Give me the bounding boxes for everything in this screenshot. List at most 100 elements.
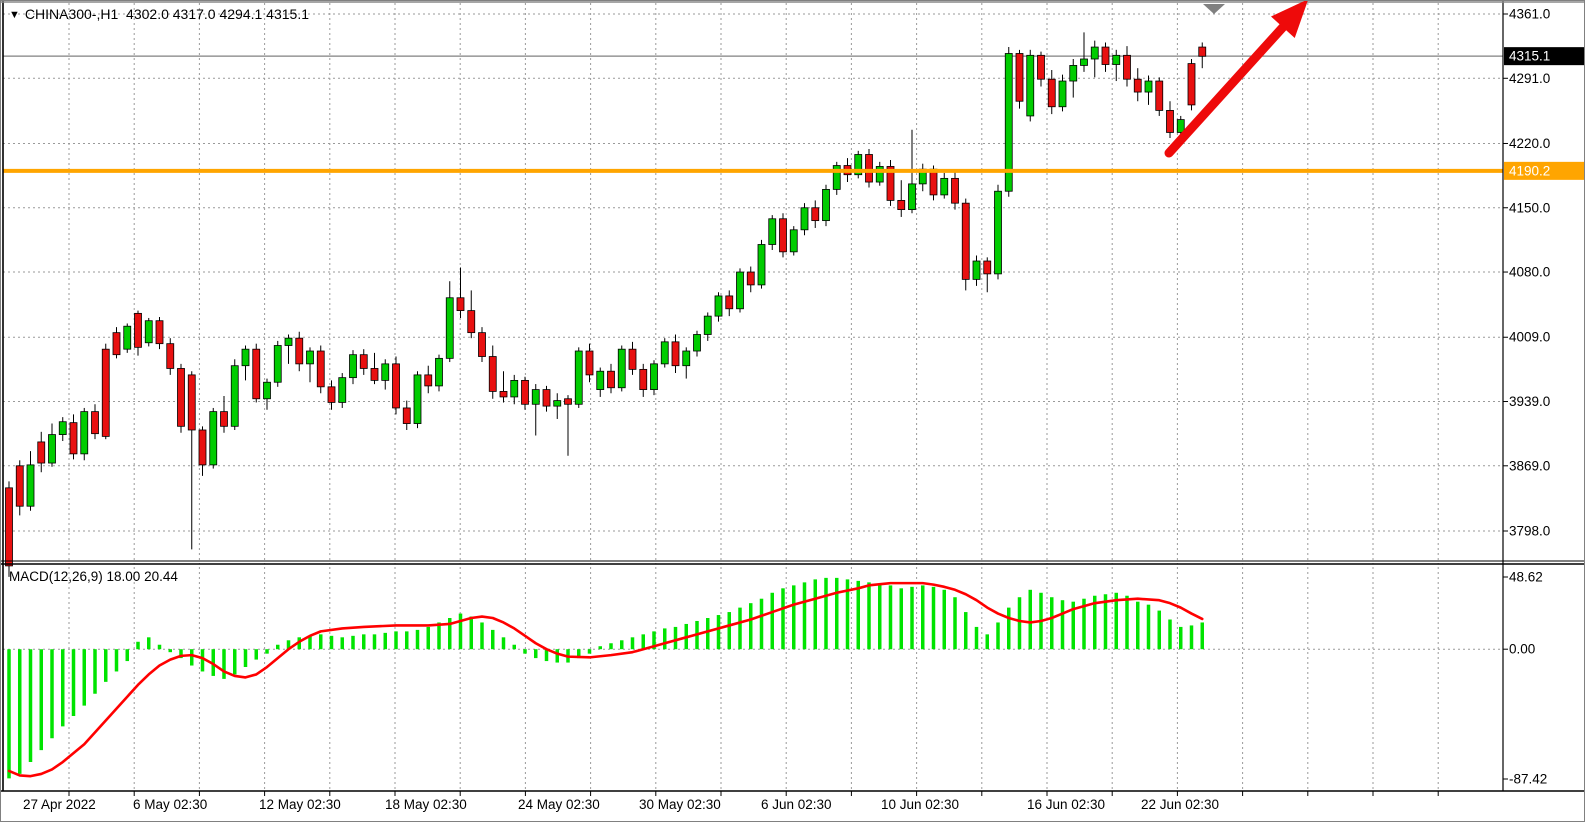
- bear-candle: [1188, 64, 1195, 105]
- bear-candle: [930, 169, 937, 195]
- bull-candle: [532, 390, 539, 405]
- bull-candle: [1177, 120, 1184, 133]
- bear-candle: [1156, 81, 1163, 110]
- svg-text:16 Jun 02:30: 16 Jun 02:30: [1027, 797, 1105, 812]
- bull-candle: [661, 342, 668, 364]
- svg-text:3869.0: 3869.0: [1509, 458, 1550, 473]
- bull-candle: [414, 375, 421, 424]
- bull-candle: [264, 382, 271, 399]
- bear-candle: [543, 390, 550, 407]
- bear-candle: [984, 261, 991, 274]
- bull-candle: [446, 298, 453, 359]
- chart-canvas[interactable]: 4361.04291.04220.04150.04080.04009.03939…: [1, 1, 1585, 822]
- svg-text:6 Jun 02:30: 6 Jun 02:30: [761, 797, 832, 812]
- bull-candle: [715, 296, 722, 316]
- bull-candle: [436, 358, 443, 386]
- svg-text:4150.0: 4150.0: [1509, 200, 1550, 215]
- bear-candle: [328, 387, 335, 403]
- bull-candle: [758, 244, 765, 284]
- bear-candle: [1199, 47, 1206, 56]
- bear-candle: [1167, 110, 1174, 132]
- svg-text:6 May 02:30: 6 May 02:30: [133, 797, 207, 812]
- bull-candle: [769, 219, 776, 245]
- bear-candle: [1134, 79, 1141, 92]
- bull-candle: [995, 191, 1002, 274]
- bear-candle: [167, 344, 174, 369]
- bear-candle: [221, 412, 228, 427]
- bear-candle: [866, 154, 873, 182]
- bear-candle: [199, 430, 206, 465]
- bull-candle: [876, 166, 883, 182]
- bull-candle: [285, 338, 292, 345]
- bull-candle: [1145, 81, 1152, 92]
- bull-candle: [1113, 55, 1120, 64]
- svg-text:4315.1: 4315.1: [1509, 49, 1550, 64]
- bull-candle: [242, 349, 249, 366]
- trading-chart-window: 4361.04291.04220.04150.04080.04009.03939…: [0, 0, 1585, 822]
- bear-candle: [780, 219, 787, 252]
- bull-candle: [704, 316, 711, 334]
- svg-text:10 Jun 02:30: 10 Jun 02:30: [881, 797, 959, 812]
- bear-candle: [102, 349, 109, 436]
- svg-text:18 May 02:30: 18 May 02:30: [385, 797, 467, 812]
- svg-text:4080.0: 4080.0: [1509, 265, 1550, 280]
- bull-candle: [1070, 65, 1077, 81]
- svg-text:3939.0: 3939.0: [1509, 394, 1550, 409]
- bull-candle: [1027, 55, 1034, 116]
- svg-text:4361.0: 4361.0: [1509, 7, 1550, 22]
- svg-text:22 Jun 02:30: 22 Jun 02:30: [1141, 797, 1219, 812]
- bull-candle: [274, 346, 281, 383]
- bull-candle: [801, 208, 808, 230]
- svg-text:0.00: 0.00: [1509, 642, 1535, 657]
- svg-text:4291.0: 4291.0: [1509, 71, 1550, 86]
- bull-candle: [27, 465, 34, 506]
- bear-candle: [457, 298, 464, 311]
- svg-text:27 Apr 2022: 27 Apr 2022: [23, 797, 96, 812]
- bear-candle: [812, 208, 819, 221]
- svg-text:3798.0: 3798.0: [1509, 524, 1550, 539]
- bull-candle: [823, 189, 830, 220]
- bear-candle: [113, 333, 120, 355]
- bull-candle: [382, 364, 389, 381]
- bull-candle: [941, 178, 948, 195]
- bull-candle: [307, 351, 314, 364]
- bear-candle: [565, 399, 572, 405]
- svg-text:12 May 02:30: 12 May 02:30: [259, 797, 341, 812]
- bear-candle: [1016, 53, 1023, 101]
- bull-candle: [124, 326, 131, 349]
- bear-candle: [38, 442, 45, 463]
- svg-text:4220.0: 4220.0: [1509, 136, 1550, 151]
- bear-candle: [489, 357, 496, 392]
- bear-candle: [898, 200, 905, 209]
- bear-candle: [468, 311, 475, 333]
- bear-candle: [586, 351, 593, 375]
- bear-candle: [16, 466, 23, 506]
- bear-candle: [479, 333, 486, 357]
- svg-text:24 May 02:30: 24 May 02:30: [518, 797, 600, 812]
- bear-candle: [6, 488, 13, 566]
- bear-candle: [425, 375, 432, 386]
- bear-candle: [360, 355, 367, 369]
- bear-candle: [403, 408, 410, 424]
- bull-candle: [790, 230, 797, 252]
- bear-candle: [393, 364, 400, 408]
- bear-candle: [1048, 79, 1055, 107]
- bear-candle: [629, 349, 636, 369]
- bear-candle: [522, 380, 529, 404]
- bear-candle: [672, 342, 679, 366]
- bear-candle: [296, 338, 303, 364]
- svg-text:48.62: 48.62: [1509, 570, 1543, 585]
- bear-candle: [371, 368, 378, 380]
- bull-candle: [683, 351, 690, 366]
- bear-candle: [500, 391, 507, 397]
- svg-text:4190.2: 4190.2: [1509, 163, 1550, 178]
- bull-candle: [231, 366, 238, 427]
- bear-candle: [952, 178, 959, 203]
- current-price-badge: 4315.1: [1504, 47, 1585, 65]
- bear-candle: [188, 375, 195, 430]
- bull-candle: [49, 435, 56, 463]
- bull-candle: [651, 364, 658, 390]
- bull-candle: [973, 261, 980, 279]
- svg-text:-87.42: -87.42: [1509, 772, 1547, 787]
- bull-candle: [81, 412, 88, 454]
